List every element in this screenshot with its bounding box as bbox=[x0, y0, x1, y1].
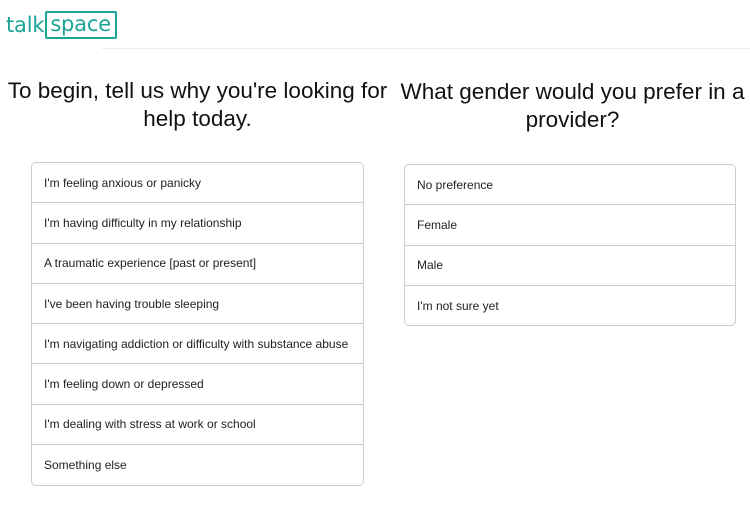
gender-option-male[interactable]: Male bbox=[405, 246, 735, 286]
reason-option-something-else[interactable]: Something else bbox=[32, 445, 363, 485]
gender-option-no-preference[interactable]: No preference bbox=[405, 165, 735, 206]
reason-option-stress[interactable]: I'm dealing with stress at work or schoo… bbox=[32, 405, 363, 446]
reason-option-relationship[interactable]: I'm having difficulty in my relationship bbox=[32, 203, 363, 244]
gender-question-title: What gender would you prefer in a provid… bbox=[395, 78, 750, 134]
reason-question-line2: help today. bbox=[143, 106, 252, 131]
gender-option-female[interactable]: Female bbox=[405, 205, 735, 246]
gender-options-list: No preference Female Male I'm not sure y… bbox=[404, 164, 736, 326]
gender-option-not-sure[interactable]: I'm not sure yet bbox=[405, 286, 735, 325]
logo-text-talk: talk bbox=[6, 13, 45, 37]
reason-option-sleep[interactable]: I've been having trouble sleeping bbox=[32, 284, 363, 325]
reason-option-addiction[interactable]: I'm navigating addiction or difficulty w… bbox=[32, 324, 363, 365]
header-divider bbox=[102, 48, 750, 49]
logo-text-space: space bbox=[45, 11, 117, 39]
reason-question-line1: To begin, tell us why you're looking for bbox=[7, 78, 388, 103]
talkspace-logo[interactable]: talk space bbox=[6, 11, 117, 39]
gender-question-line1: What gender would you prefer in a bbox=[400, 79, 745, 104]
reason-option-depressed[interactable]: I'm feeling down or depressed bbox=[32, 364, 363, 405]
reason-option-anxious[interactable]: I'm feeling anxious or panicky bbox=[32, 163, 363, 204]
reason-options-list: I'm feeling anxious or panicky I'm havin… bbox=[31, 162, 364, 486]
reason-option-trauma[interactable]: A traumatic experience [past or present] bbox=[32, 244, 363, 284]
reason-question-title: To begin, tell us why you're looking for… bbox=[0, 77, 395, 133]
gender-question-line2: provider? bbox=[525, 107, 620, 132]
